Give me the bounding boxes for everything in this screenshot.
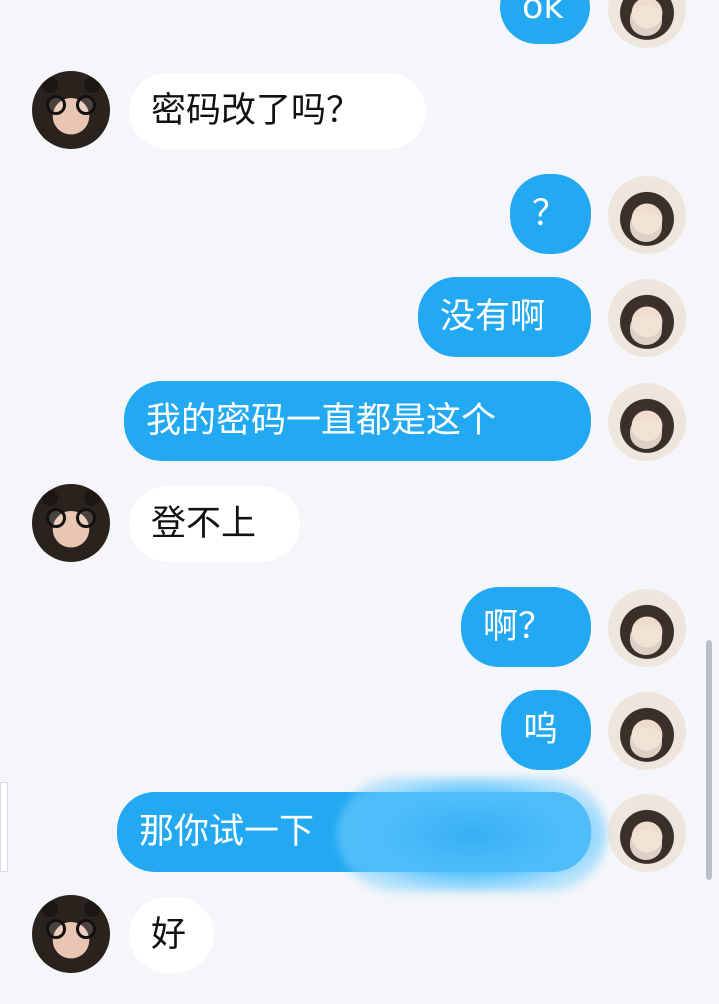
- message-text: 密码改了吗？: [151, 90, 362, 131]
- avatar-hand-icon: [630, 212, 662, 242]
- contact-avatar[interactable]: [32, 484, 110, 562]
- message-row: ok: [0, 0, 719, 50]
- message-bubble[interactable]: 呜: [501, 690, 591, 770]
- message-text: 啊？: [483, 606, 554, 647]
- redaction-blur: [337, 777, 607, 892]
- chat-thread: ok 密码改了吗？ ？ 没有啊 我的密码一直都是这个 登不上 啊？ 呜 那你试一…: [0, 0, 719, 1004]
- avatar-glasses-icon: [46, 508, 96, 528]
- message-text: 我的密码一直都是这个: [146, 400, 497, 441]
- message-text: 没有啊: [440, 296, 546, 337]
- sender-avatar[interactable]: [608, 176, 686, 254]
- sender-avatar[interactable]: [608, 279, 686, 357]
- message-row: 没有啊: [0, 277, 719, 357]
- avatar-hand-icon: [630, 625, 662, 655]
- message-row: 好: [0, 895, 719, 975]
- message-bubble[interactable]: ？: [510, 174, 591, 254]
- sender-avatar[interactable]: [608, 383, 686, 461]
- avatar-glasses-icon: [46, 919, 96, 939]
- avatar-hand-icon: [630, 6, 662, 36]
- avatar-hand-icon: [630, 728, 662, 758]
- message-text: 好: [151, 914, 187, 955]
- message-text: 那你试一下: [139, 811, 315, 852]
- message-bubble[interactable]: 好: [129, 897, 214, 973]
- contact-avatar[interactable]: [32, 71, 110, 149]
- message-bubble[interactable]: 没有啊: [418, 277, 591, 357]
- message-text: ？: [532, 193, 568, 234]
- sender-avatar[interactable]: [608, 0, 686, 48]
- sender-avatar[interactable]: [608, 589, 686, 667]
- message-row: 啊？: [0, 587, 719, 667]
- message-bubble[interactable]: 密码改了吗？: [129, 73, 426, 149]
- scrollbar[interactable]: [706, 640, 712, 880]
- sender-avatar[interactable]: [608, 794, 686, 872]
- avatar-hand-icon: [630, 419, 662, 449]
- contact-avatar[interactable]: [32, 895, 110, 973]
- avatar-ears-icon: [42, 77, 100, 93]
- sender-avatar[interactable]: [608, 692, 686, 770]
- message-bubble[interactable]: 啊？: [461, 587, 591, 667]
- avatar-hand-icon: [630, 830, 662, 860]
- edge-panel: [0, 782, 8, 872]
- message-row: 密码改了吗？: [0, 71, 719, 151]
- message-row: 我的密码一直都是这个: [0, 381, 719, 461]
- avatar-ears-icon: [42, 490, 100, 506]
- avatar-glasses-icon: [46, 95, 96, 115]
- avatar-hand-icon: [630, 315, 662, 345]
- message-row: 登不上: [0, 484, 719, 564]
- message-row: 呜: [0, 690, 719, 770]
- avatar-ears-icon: [42, 901, 100, 917]
- message-row: ？: [0, 174, 719, 254]
- message-text: 登不上: [151, 503, 257, 544]
- message-bubble[interactable]: 登不上: [129, 486, 300, 562]
- message-bubble[interactable]: 我的密码一直都是这个: [124, 381, 591, 461]
- message-text: ok: [522, 0, 564, 27]
- message-text: 呜: [523, 709, 559, 750]
- message-bubble[interactable]: ok: [500, 0, 590, 44]
